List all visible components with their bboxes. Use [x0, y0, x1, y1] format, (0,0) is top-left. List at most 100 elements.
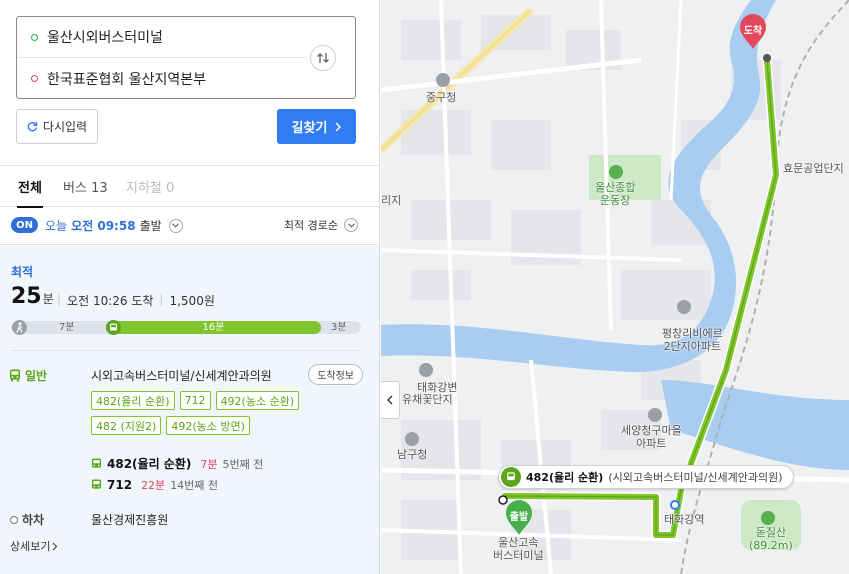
tab-all-label: 전체	[18, 181, 42, 196]
origin-pin-label: 출발	[509, 512, 529, 523]
best-route-badge: 최적	[11, 265, 34, 279]
bus-line-tag[interactable]: 492(농소 방면)	[166, 416, 250, 435]
map-label-taehwa-suffix: 유채꽃단지	[402, 393, 453, 406]
map-label-dolgilsan: 돋질산 (89.2m)	[749, 526, 793, 552]
stadium-icon	[609, 165, 623, 179]
bus-duration: 16분	[202, 322, 225, 333]
arrival-minutes: 22분	[141, 479, 166, 492]
bus-line-tag[interactable]: 492(농소 순환)	[215, 391, 300, 410]
bus-line-tag[interactable]: 482(율리 순환)	[91, 391, 175, 410]
alight-type: 하차	[10, 511, 44, 528]
separator: |	[57, 292, 62, 306]
bus-line-tag[interactable]: 482 (지원2)	[91, 416, 162, 435]
map-label-junggu: 중구청	[426, 91, 457, 104]
bus-segment: 16분	[106, 321, 321, 334]
tab-subway[interactable]: 지하철 0	[126, 177, 174, 196]
tab-bus[interactable]: 버스 13	[63, 177, 108, 196]
bus-icon	[501, 467, 521, 487]
departure-row: ON 오늘 오전 09:58 출발 최적 경로순	[0, 207, 379, 245]
boarding-stop[interactable]: 시외고속버스터미널/신세계안과의원	[91, 367, 272, 384]
refresh-icon	[27, 122, 38, 132]
bus-icon	[10, 369, 20, 382]
map-label-terminal: 울산고속 버스터미널	[493, 536, 544, 562]
swap-arrows-icon	[317, 53, 329, 63]
alight-label: 하차	[22, 513, 45, 527]
arrival-stops: 14번째 전	[170, 479, 219, 492]
sort-label: 최적 경로순	[283, 219, 338, 232]
arrival-row: 712 22분 14번째 전	[91, 477, 218, 493]
bus-icon	[91, 458, 102, 468]
directions-panel: 울산시외버스터미널 한국표준협회 울산지역본부 다시입력 길찾기 전체 버스 1…	[0, 0, 380, 574]
map-label-taehwa-station: 태화강역	[664, 513, 705, 526]
total-duration: 25분	[11, 284, 54, 309]
arrival-info-button[interactable]: 도착정보	[308, 364, 363, 385]
departure-time: 오전 09:58	[71, 219, 136, 233]
bus-line-tags: 482(율리 순환) 712 492(농소 순환) 482 (지원2) 492(…	[91, 391, 331, 435]
apartment-icon	[677, 300, 691, 314]
boarding-type-label: 일반	[25, 369, 48, 383]
route-result-card[interactable]: 최적 25분 | 오전 10:26 도착 | 1,500원 7분 16분 3분	[0, 246, 379, 574]
government-icon	[436, 73, 450, 87]
callout-stop-name: (시외고속버스터미널/신세계안과의원)	[608, 471, 783, 484]
chevron-right-icon	[335, 122, 342, 131]
train-station-icon	[670, 500, 680, 510]
destination-field[interactable]: 한국표준협회 울산지역본부	[17, 58, 307, 99]
bus-icon	[91, 479, 102, 489]
arrival-stops: 5번째 전	[222, 457, 264, 471]
origin-dot-icon	[31, 33, 38, 41]
collapse-panel-button[interactable]	[381, 381, 400, 419]
destination-dot-icon	[31, 75, 38, 82]
destination-pin-label: 도착	[743, 26, 763, 37]
walk-duration-2: 3분	[331, 322, 347, 333]
government-icon	[405, 432, 419, 446]
duration-unit: 분	[42, 292, 54, 306]
map-label-edge: 리지	[381, 194, 402, 207]
sort-selector[interactable]: 최적 경로순	[284, 217, 358, 233]
search-button[interactable]: 길찾기	[277, 109, 356, 144]
arrival-info: | 오전 10:26 도착 | 1,500원	[57, 292, 215, 309]
arrival-time: 오전 10:26 도착	[67, 294, 154, 308]
tab-bus-label: 버스	[63, 181, 87, 196]
origin-field[interactable]: 울산시외버스터미널	[17, 17, 307, 58]
mountain-icon	[761, 511, 775, 525]
duration-value: 25	[11, 284, 42, 309]
chevron-down-icon	[344, 218, 358, 232]
departure-time-selector[interactable]: 오늘 오전 09:58 출발	[45, 217, 183, 234]
search-label: 길찾기	[291, 121, 328, 136]
departure-day: 오늘	[45, 219, 68, 233]
departure-suffix: 출발	[139, 219, 162, 233]
departure-toggle[interactable]: ON	[11, 217, 38, 233]
bus-stop-callout[interactable]: 482(율리 순환) (시외고속버스터미널/신세계안과의원)	[498, 465, 794, 489]
chevron-down-icon	[168, 218, 183, 233]
route-progress-bar: 7분 16분 3분	[11, 320, 361, 335]
destination-pin[interactable]: 도착	[739, 14, 767, 50]
separator: |	[159, 292, 164, 306]
map-label-namgu: 남구청	[397, 448, 428, 461]
map-label-hyomun: 효문공업단지	[783, 162, 844, 175]
detail-link[interactable]: 상세보기	[10, 538, 58, 554]
tab-subway-count: 0	[166, 181, 175, 196]
walk-duration-1: 7분	[59, 322, 75, 333]
arrival-line: 712	[107, 478, 133, 492]
destination-text: 한국표준협회 울산지역본부	[47, 71, 207, 88]
tab-all[interactable]: 전체	[17, 177, 43, 208]
reset-label: 다시입력	[42, 120, 88, 134]
reset-button[interactable]: 다시입력	[16, 109, 98, 144]
walk-icon	[12, 320, 27, 335]
bus-icon	[106, 320, 121, 335]
chevron-right-icon	[53, 542, 58, 550]
arrival-row: 482(율리 순환) 7분 5번째 전	[91, 455, 263, 472]
boarding-type: 일반	[9, 367, 47, 384]
bus-line-tag[interactable]: 712	[179, 391, 211, 410]
transit-tabs: 전체 버스 13 지하철 0	[0, 165, 379, 208]
tab-bus-count: 13	[91, 181, 108, 196]
swap-button[interactable]	[310, 45, 336, 71]
map-label-stadium: 울산종합 운동장	[595, 181, 636, 207]
alight-stop: 울산경제진흥원	[91, 513, 169, 527]
detail-link-label: 상세보기	[10, 540, 51, 553]
map-label-seyang: 세양청구마을 아파트	[621, 424, 682, 450]
origin-pin[interactable]: 출발	[505, 500, 533, 536]
map-label-pyeongchang: 평창리비에르 2단지아파트	[662, 327, 723, 353]
arrival-line: 482(율리 순환)	[107, 457, 192, 471]
map-view[interactable]: 중구청 울산종합 운동장 효문공업단지 리지 평창리비에르 2단지아파트 태화강…	[381, 0, 849, 574]
